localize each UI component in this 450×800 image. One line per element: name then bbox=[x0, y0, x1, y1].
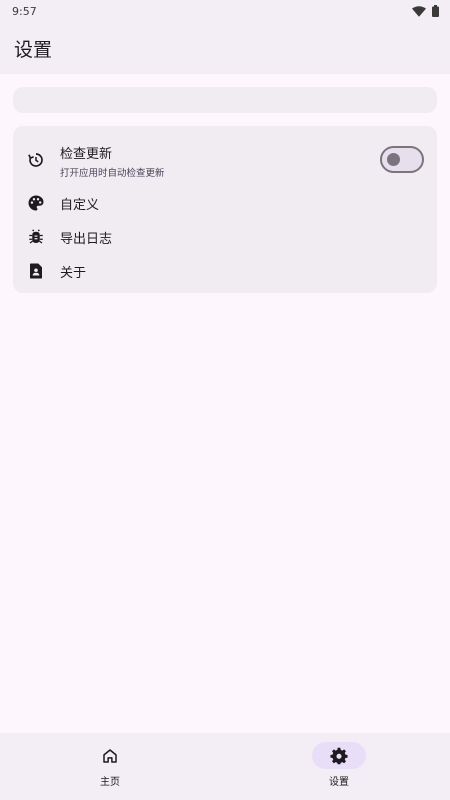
nav-home-indicator bbox=[83, 742, 137, 769]
nav-home-label: 主页 bbox=[100, 777, 120, 788]
top-app-bar: 设置 bbox=[0, 22, 450, 74]
check-update-label: 检查更新 bbox=[60, 147, 113, 162]
status-bar: 9:57 bbox=[0, 0, 450, 22]
check-update-row[interactable]: 检查更新 打开应用时自动检查更新 bbox=[13, 140, 437, 180]
page-title: 设置 bbox=[14, 38, 53, 61]
gear-icon bbox=[330, 747, 348, 764]
about-label: 关于 bbox=[60, 266, 87, 281]
settings-card: 检查更新 打开应用时自动检查更新 自定义 导出日志 关于 bbox=[13, 126, 437, 293]
empty-card bbox=[13, 87, 437, 113]
history-icon bbox=[27, 151, 45, 169]
nav-item-settings[interactable]: 设置 bbox=[279, 733, 399, 800]
about-row[interactable]: 关于 bbox=[13, 260, 437, 282]
toggle-knob bbox=[387, 153, 400, 166]
status-icons bbox=[412, 5, 439, 17]
check-update-subtitle: 打开应用时自动检查更新 bbox=[60, 168, 165, 179]
export-logs-row[interactable]: 导出日志 bbox=[13, 226, 437, 248]
nav-settings-label: 设置 bbox=[329, 777, 349, 788]
status-time: 9:57 bbox=[12, 4, 37, 18]
palette-icon bbox=[27, 194, 45, 212]
bug-icon bbox=[27, 228, 45, 246]
customize-row[interactable]: 自定义 bbox=[13, 192, 437, 214]
wifi-icon bbox=[412, 5, 426, 17]
battery-icon bbox=[432, 5, 439, 17]
bottom-navigation: 主页 设置 bbox=[0, 733, 450, 800]
home-icon bbox=[103, 748, 117, 763]
auto-update-toggle[interactable] bbox=[380, 146, 424, 173]
nav-settings-indicator bbox=[312, 742, 366, 769]
export-logs-label: 导出日志 bbox=[60, 232, 113, 247]
customize-label: 自定义 bbox=[60, 198, 100, 213]
nav-item-home[interactable]: 主页 bbox=[50, 733, 170, 800]
contact-page-icon bbox=[27, 262, 45, 280]
